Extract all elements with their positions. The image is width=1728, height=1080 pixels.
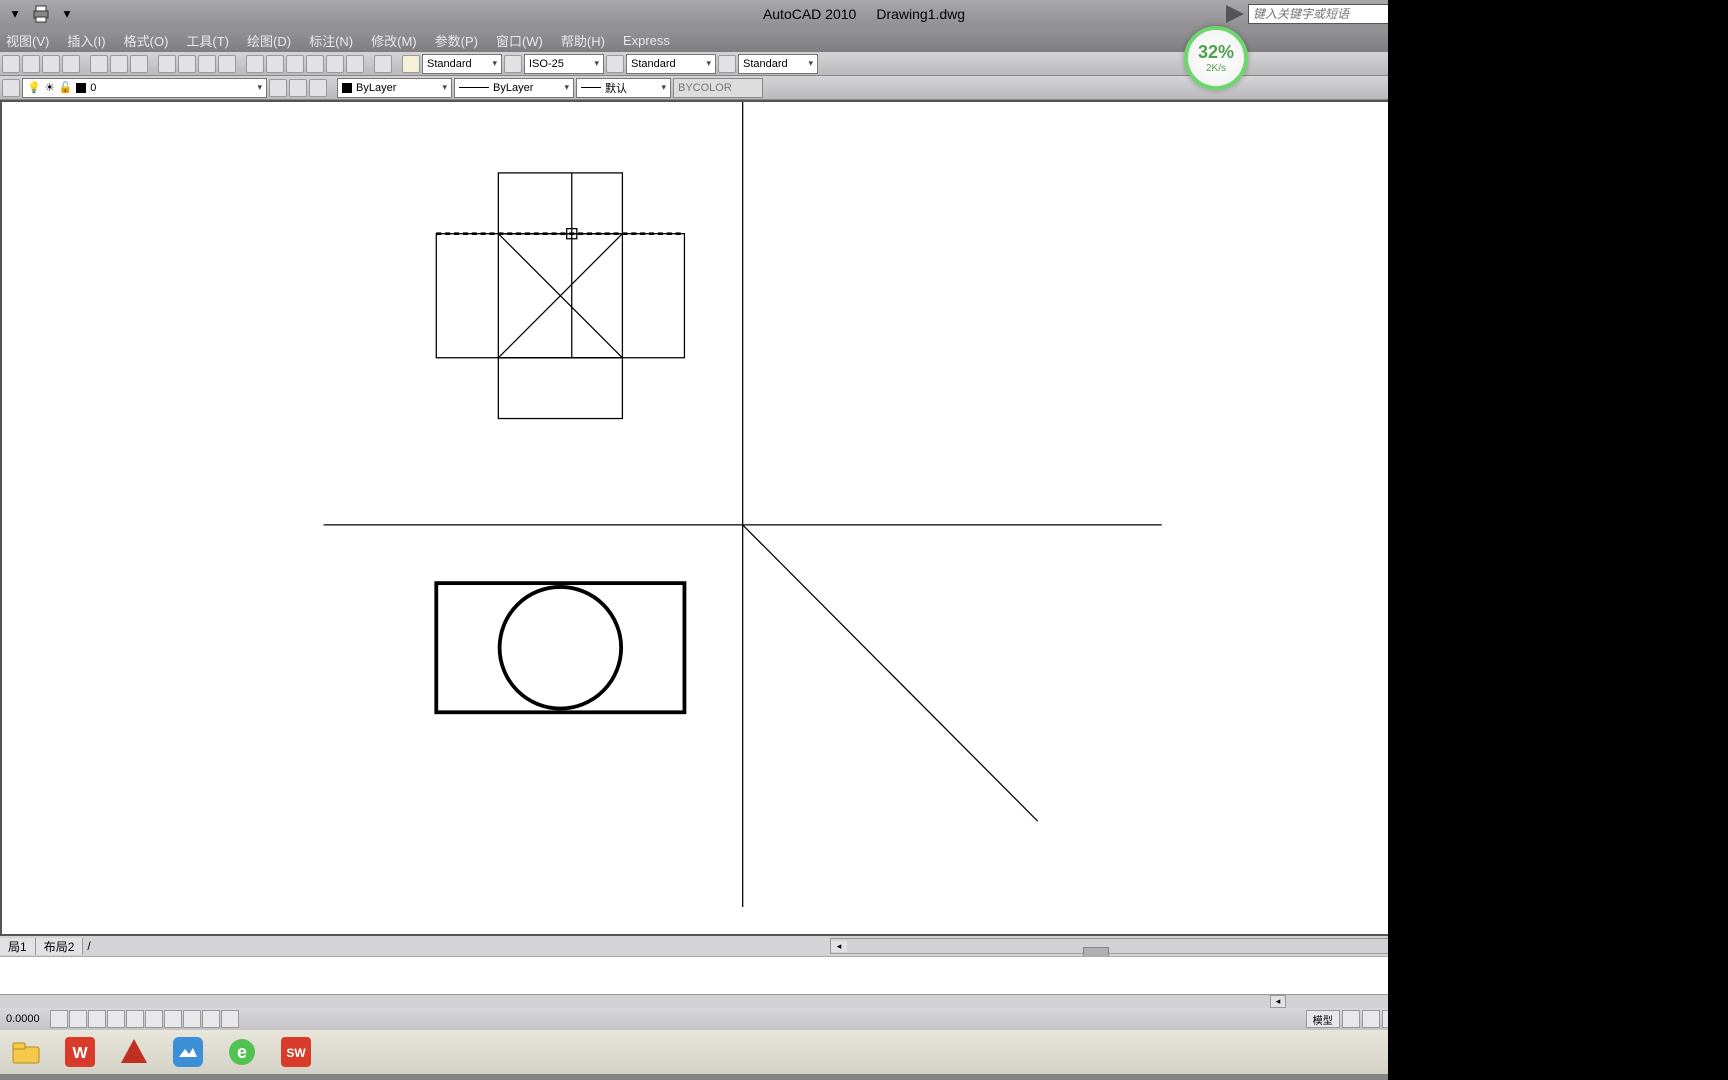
color-swatch xyxy=(76,83,86,93)
layer-mgr-icon[interactable] xyxy=(2,79,20,97)
layer-prev[interactable] xyxy=(269,79,287,97)
explorer-icon[interactable] xyxy=(8,1034,44,1070)
perf-rate: 2K/s xyxy=(1206,63,1226,74)
app-blue-icon[interactable] xyxy=(170,1034,206,1070)
lwt-toggle[interactable] xyxy=(202,1010,220,1028)
tool-undo-list[interactable] xyxy=(110,55,128,73)
tool-qcalc[interactable] xyxy=(346,55,364,73)
tool-help2[interactable] xyxy=(374,55,392,73)
color-combo[interactable]: ByLayer ▾ xyxy=(337,78,452,98)
menu-tools[interactable]: 工具(T) xyxy=(186,31,229,50)
lineweight-combo[interactable]: 默认 ▾ xyxy=(576,78,671,98)
menu-dim[interactable]: 标注(N) xyxy=(309,31,353,50)
menu-window[interactable]: 窗口(W) xyxy=(496,31,543,50)
menu-draw[interactable]: 绘图(D) xyxy=(247,31,291,50)
text-style-btn[interactable] xyxy=(402,55,420,73)
osnap-toggle[interactable] xyxy=(126,1010,144,1028)
model-button[interactable]: 模型 xyxy=(1306,1010,1340,1028)
tool-ssm[interactable] xyxy=(306,55,324,73)
tool-new[interactable] xyxy=(2,55,20,73)
solidworks-icon[interactable]: SW xyxy=(278,1034,314,1070)
layer-combo[interactable]: 💡 ☀ 🔓 0 ▾ xyxy=(22,78,267,98)
ducs-toggle[interactable] xyxy=(164,1010,182,1028)
tool-markup[interactable] xyxy=(326,55,344,73)
tab-layout2[interactable]: 布局2 xyxy=(36,938,84,955)
lock-icon: 🔓 xyxy=(59,81,73,94)
svg-text:W: W xyxy=(72,1045,88,1062)
text-style-combo[interactable]: Standard▾ xyxy=(422,54,502,74)
linetype-combo[interactable]: ByLayer ▾ xyxy=(454,78,574,98)
polar-toggle[interactable] xyxy=(107,1010,125,1028)
table-style-combo[interactable]: Standard▾ xyxy=(626,54,716,74)
menu-view[interactable]: 视图(V) xyxy=(6,31,49,50)
menu-express[interactable]: Express xyxy=(623,33,670,48)
mleader-style-combo[interactable]: Standard▾ xyxy=(738,54,818,74)
ortho-toggle[interactable] xyxy=(88,1010,106,1028)
wps-icon[interactable]: W xyxy=(62,1034,98,1070)
otrack-toggle[interactable] xyxy=(145,1010,163,1028)
app-title: AutoCAD 2010 xyxy=(763,6,856,22)
dim-style-combo[interactable]: ISO-25▾ xyxy=(524,54,604,74)
menu-caret-icon[interactable]: ▾ xyxy=(4,3,26,25)
tool-open[interactable] xyxy=(22,55,40,73)
menu-modify[interactable]: 修改(M) xyxy=(371,31,417,50)
dim-style-btn[interactable] xyxy=(504,55,522,73)
tool-props[interactable] xyxy=(246,55,264,73)
print-dropdown[interactable]: ▾ xyxy=(56,3,78,25)
menu-format[interactable]: 格式(O) xyxy=(124,31,169,50)
tool-redo[interactable] xyxy=(130,55,148,73)
tool-zoom-prev[interactable] xyxy=(218,55,236,73)
grid-toggle[interactable] xyxy=(69,1010,87,1028)
print-button[interactable] xyxy=(30,3,52,25)
tool-dsm[interactable] xyxy=(266,55,284,73)
tool-zoom-win[interactable] xyxy=(198,55,216,73)
qv-layouts[interactable] xyxy=(1342,1010,1360,1028)
tool-zoom-rt[interactable] xyxy=(178,55,196,73)
svg-text:SW: SW xyxy=(286,1046,306,1060)
info-play-icon[interactable] xyxy=(1226,5,1244,23)
cmd-scroll-left[interactable]: ◂ xyxy=(1270,995,1286,1008)
menu-param[interactable]: 参数(P) xyxy=(435,31,478,50)
tool-tp[interactable] xyxy=(286,55,304,73)
svg-text:e: e xyxy=(237,1042,247,1062)
sun-icon: ☀ xyxy=(45,81,55,94)
layer-state[interactable] xyxy=(309,79,327,97)
perf-pct: 32% xyxy=(1198,42,1234,63)
tool-pan[interactable] xyxy=(158,55,176,73)
plotstyle-box: BYCOLOR xyxy=(673,78,763,98)
dyn-toggle[interactable] xyxy=(183,1010,201,1028)
coord-readout: 0.0000 xyxy=(0,1013,46,1025)
tool-save[interactable] xyxy=(42,55,60,73)
browser-icon[interactable]: e xyxy=(224,1034,260,1070)
tool-plot[interactable] xyxy=(62,55,80,73)
doc-title: Drawing1.dwg xyxy=(876,6,965,22)
tab-layout1[interactable]: 局1 xyxy=(0,938,36,955)
tool-undo[interactable] xyxy=(90,55,108,73)
qp-toggle[interactable] xyxy=(221,1010,239,1028)
autocad-taskbar-icon[interactable] xyxy=(116,1034,152,1070)
bulb-icon: 💡 xyxy=(27,81,41,94)
mleader-style-btn[interactable] xyxy=(718,55,736,73)
perf-widget[interactable]: 32% 2K/s xyxy=(1184,26,1248,90)
menu-insert[interactable]: 插入(I) xyxy=(67,31,105,50)
layer-match[interactable] xyxy=(289,79,307,97)
table-style-btn[interactable] xyxy=(606,55,624,73)
snap-toggle[interactable] xyxy=(50,1010,68,1028)
menu-help[interactable]: 帮助(H) xyxy=(561,31,605,50)
scroll-left-icon[interactable]: ◂ xyxy=(831,941,847,952)
qv-drawings[interactable] xyxy=(1362,1010,1380,1028)
